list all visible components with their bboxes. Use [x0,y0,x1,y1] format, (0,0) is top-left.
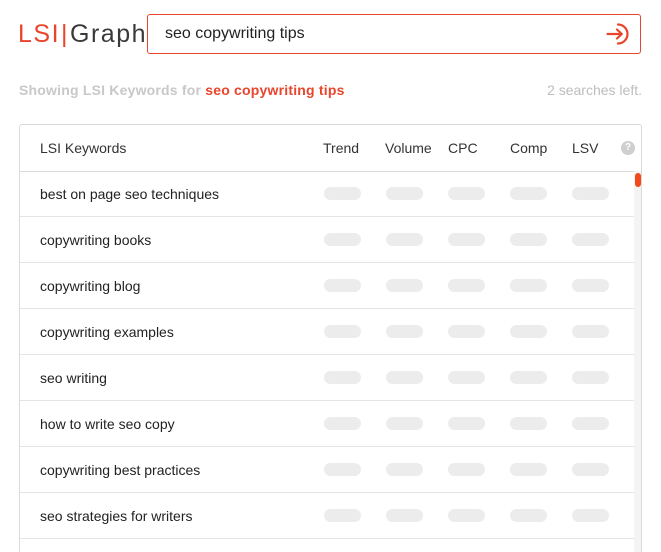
search-box [147,14,641,54]
sign-in-arrow-icon [606,23,629,45]
lsv-placeholder [572,371,609,384]
trend-placeholder [324,187,361,200]
comp-placeholder [510,279,547,292]
comp-placeholder [510,509,547,522]
cpc-placeholder [448,509,485,522]
trend-placeholder [324,417,361,430]
scrollbar-thumb[interactable] [635,173,641,187]
column-header-lsv[interactable]: LSV [572,140,598,156]
table-row[interactable]: seo writing [20,355,634,401]
comp-placeholder [510,463,547,476]
lsv-placeholder [572,417,609,430]
cpc-placeholder [448,233,485,246]
keyword-list: best on page seo techniques copywriting … [20,171,634,539]
table-row[interactable]: copywriting books [20,217,634,263]
status-query: seo copywriting tips [205,82,345,98]
table-header: LSI Keywords Trend Volume CPC Comp LSV ? [20,125,641,172]
cpc-placeholder [448,279,485,292]
table-row[interactable]: how to write seo copy [20,401,634,447]
keyword-text: seo strategies for writers [40,508,193,524]
keyword-text: copywriting examples [40,324,174,340]
column-header-trend[interactable]: Trend [323,140,359,156]
logo-separator: | [61,20,70,48]
trend-placeholder [324,279,361,292]
comp-placeholder [510,325,547,338]
searches-left-count: 2 searches left. [547,82,642,98]
table-row[interactable]: seo strategies for writers [20,493,634,539]
logo-graph-text: Graph [70,20,148,48]
lsv-placeholder [572,509,609,522]
column-header-cpc[interactable]: CPC [448,140,478,156]
cpc-placeholder [448,187,485,200]
trend-placeholder [324,233,361,246]
column-header-keyword[interactable]: LSI Keywords [40,140,126,156]
keyword-text: best on page seo techniques [40,186,220,202]
results-table: LSI Keywords Trend Volume CPC Comp LSV ?… [19,124,642,552]
comp-placeholder [510,233,547,246]
table-row[interactable]: copywriting blog [20,263,634,309]
keyword-text: copywriting books [40,232,152,248]
lsv-placeholder [572,463,609,476]
table-row[interactable]: copywriting best practices [20,447,634,493]
trend-placeholder [324,371,361,384]
table-row[interactable]: copywriting examples [20,309,634,355]
volume-placeholder [386,233,423,246]
volume-placeholder [386,187,423,200]
lsigraph-logo[interactable]: LSI|Graph [18,20,147,48]
keyword-text: copywriting best practices [40,462,201,478]
volume-placeholder [386,417,423,430]
lsv-placeholder [572,325,609,338]
volume-placeholder [386,279,423,292]
lsv-placeholder [572,279,609,292]
question-circle-icon[interactable]: ? [621,141,635,155]
volume-placeholder [386,509,423,522]
comp-placeholder [510,417,547,430]
results-scrollbar[interactable] [634,171,641,552]
volume-placeholder [386,463,423,476]
cpc-placeholder [448,417,485,430]
column-header-comp[interactable]: Comp [510,140,547,156]
trend-placeholder [324,509,361,522]
cpc-placeholder [448,325,485,338]
keyword-text: copywriting blog [40,278,141,294]
status-prefix: Showing LSI Keywords for [19,82,206,98]
trend-placeholder [324,463,361,476]
search-submit-button[interactable] [596,15,640,53]
volume-placeholder [386,325,423,338]
volume-placeholder [386,371,423,384]
results-status: Showing LSI Keywords for seo copywriting… [19,82,345,98]
lsv-placeholder [572,187,609,200]
search-input[interactable] [148,15,596,53]
comp-placeholder [510,371,547,384]
keyword-text: how to write seo copy [40,416,175,432]
table-row[interactable]: best on page seo techniques [20,171,634,217]
column-header-volume[interactable]: Volume [385,140,432,156]
lsv-placeholder [572,233,609,246]
cpc-placeholder [448,463,485,476]
logo-lsi-text: LSI [18,20,61,48]
trend-placeholder [324,325,361,338]
cpc-placeholder [448,371,485,384]
comp-placeholder [510,187,547,200]
keyword-text: seo writing [40,370,107,386]
